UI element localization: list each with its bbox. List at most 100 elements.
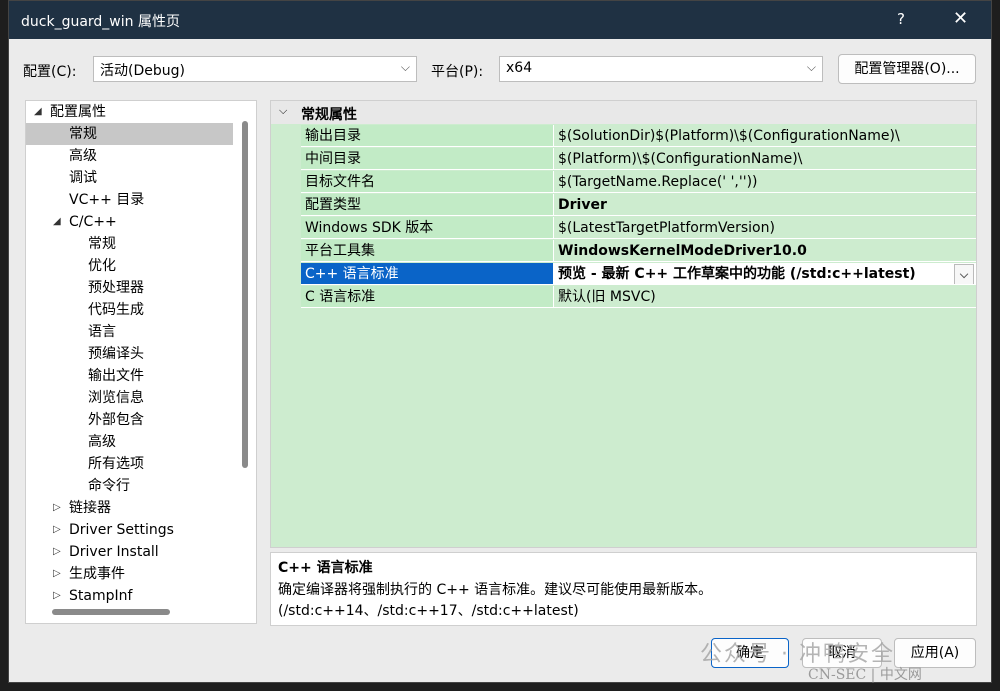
tree-item[interactable]: 预编译头 — [26, 343, 233, 365]
tree-item[interactable]: ◢ C/C++ — [26, 211, 233, 233]
platform-label: 平台(P): — [431, 64, 484, 80]
tree-item[interactable]: 高级 — [26, 431, 233, 453]
tree-item[interactable]: 所有选项 — [26, 453, 233, 475]
property-value-text: WindowsKernelModeDriver10.0 — [558, 243, 807, 259]
tree-item[interactable]: VC++ 目录 — [26, 189, 233, 211]
expand-arrow-icon[interactable]: ▷ — [53, 519, 61, 541]
config-manager-button[interactable]: 配置管理器(O)... — [838, 54, 976, 84]
property-name[interactable]: C++ 语言标准 — [301, 263, 554, 285]
property-tree[interactable]: ◢ 配置属性 常规 高级 调试 VC++ 目录 ◢ C/C++ 常规 优化 预处理器 代码生成 语言 预编… — [25, 100, 257, 624]
tree-item[interactable]: ▷ Driver Settings — [26, 519, 233, 541]
tree-item[interactable]: 优化 — [26, 255, 233, 277]
tree-item-label: 语言 — [88, 324, 116, 340]
description-title: C++ 语言标准 — [278, 560, 373, 576]
tree-item[interactable]: ▷ 链接器 — [26, 497, 233, 519]
property-name[interactable]: Windows SDK 版本 — [301, 217, 554, 239]
tree-item-label: 命令行 — [88, 478, 130, 494]
tree-item-label: 浏览信息 — [88, 390, 144, 406]
property-name[interactable]: 目标文件名 — [301, 171, 554, 193]
collapse-arrow-icon[interactable]: ◢ — [34, 101, 42, 123]
description-text: 确定编译器将强制执行的 C++ 语言标准。建议尽可能使用最新版本。(/std:c… — [278, 582, 713, 619]
tree-item[interactable]: 命令行 — [26, 475, 233, 497]
tree-item-label: 调试 — [69, 170, 97, 186]
property-row[interactable]: C++ 语言标准 预览 - 最新 C++ 工作草案中的功能 (/std:c++la… — [271, 263, 976, 286]
tree-item[interactable]: 浏览信息 — [26, 387, 233, 409]
config-combobox[interactable]: 活动(Debug) ⌵ — [93, 56, 417, 82]
tree-item-label: 高级 — [88, 434, 116, 450]
property-value-text: 预览 - 最新 C++ 工作草案中的功能 (/std:c++latest) — [558, 266, 916, 282]
property-name[interactable]: C 语言标准 — [301, 286, 554, 308]
tree-item-label: 优化 — [88, 258, 116, 274]
tree-item[interactable]: 预处理器 — [26, 277, 233, 299]
tree-item[interactable]: ▷ StampInf — [26, 585, 233, 607]
tree-item-label: C/C++ — [69, 214, 117, 230]
property-name[interactable]: 配置类型 — [301, 194, 554, 216]
tree-item[interactable]: 输出文件 — [26, 365, 233, 387]
property-value[interactable]: WindowsKernelModeDriver10.0 — [554, 240, 976, 262]
description-panel: C++ 语言标准 确定编译器将强制执行的 C++ 语言标准。建议尽可能使用最新版… — [270, 552, 977, 626]
property-value[interactable]: $(Platform)\$(ConfigurationName)\ — [554, 148, 976, 170]
tree-item-label: 所有选项 — [88, 456, 144, 472]
property-value[interactable]: 默认(旧 MSVC) — [554, 286, 976, 308]
tree-item[interactable]: 外部包含 — [26, 409, 233, 431]
tree-item[interactable]: 高级 — [26, 145, 233, 167]
property-row[interactable]: Windows SDK 版本 $(LatestTargetPlatformVers… — [271, 217, 976, 240]
chevron-down-icon[interactable]: ⌵ — [279, 104, 287, 118]
property-row[interactable]: C 语言标准 默认(旧 MSVC) — [271, 286, 976, 309]
property-pages-window: duck_guard_win 属性页 ? ✕ 配置(C): 活动(Debug) … — [8, 0, 992, 683]
tree-item-label: 代码生成 — [88, 302, 144, 318]
property-value[interactable]: 预览 - 最新 C++ 工作草案中的功能 (/std:c++latest) ⌵ — [554, 263, 976, 285]
expand-arrow-icon[interactable]: ▷ — [53, 497, 61, 519]
expand-arrow-icon[interactable]: ▷ — [53, 585, 61, 607]
tree-item-label: 生成事件 — [69, 566, 125, 582]
property-value[interactable]: $(SolutionDir)$(Platform)\$(Configuratio… — [554, 125, 976, 147]
tree-item[interactable]: 代码生成 — [26, 299, 233, 321]
tree-item[interactable]: ▷ 生成事件 — [26, 563, 233, 585]
tree-item[interactable]: ▷ Driver Install — [26, 541, 233, 563]
property-name[interactable]: 中间目录 — [301, 148, 554, 170]
property-row[interactable]: 配置类型 Driver — [271, 194, 976, 217]
tree-item[interactable]: 语言 — [26, 321, 233, 343]
tree-item-label: 外部包含 — [88, 412, 144, 428]
tree-item[interactable]: 常规 — [26, 233, 233, 255]
config-label: 配置(C): — [23, 64, 77, 80]
close-icon[interactable]: ✕ — [953, 8, 968, 29]
property-row[interactable]: 平台工具集 WindowsKernelModeDriver10.0 — [271, 240, 976, 263]
title-bar: duck_guard_win 属性页 ? ✕ — [9, 1, 991, 39]
property-value[interactable]: $(TargetName.Replace(' ','')) — [554, 171, 976, 193]
property-name[interactable]: 平台工具集 — [301, 240, 554, 262]
platform-combobox-value: x64 — [506, 60, 533, 76]
expand-arrow-icon[interactable]: ▷ — [53, 563, 61, 585]
property-row[interactable]: 输出目录 $(SolutionDir)$(Platform)\$(Configur… — [271, 125, 976, 148]
tree-item-label: 配置属性 — [50, 104, 106, 120]
expand-arrow-icon[interactable]: ▷ — [53, 541, 61, 563]
config-combobox-value: 活动(Debug) — [100, 63, 185, 79]
tree-item-label: 链接器 — [69, 500, 111, 516]
chevron-down-icon[interactable]: ⌵ — [954, 264, 974, 284]
tree-item-label: 高级 — [69, 148, 97, 164]
property-name[interactable]: 输出目录 — [301, 125, 554, 147]
section-header[interactable]: ⌵ 常规属性 — [271, 101, 976, 124]
tree-item[interactable]: 常规 — [26, 123, 233, 145]
tree-horizontal-scrollbar[interactable] — [52, 609, 170, 615]
property-value[interactable]: $(LatestTargetPlatformVersion) — [554, 217, 976, 239]
property-value-text: Driver — [558, 197, 607, 213]
chevron-down-icon: ⌵ — [400, 60, 410, 74]
help-button[interactable]: ? — [897, 10, 905, 28]
tree-vertical-scrollbar[interactable] — [242, 121, 248, 468]
tree-item[interactable]: ◢ 配置属性 — [26, 101, 233, 123]
tree-item-label: 常规 — [88, 236, 116, 252]
watermark-site: CN-SEC | 中文网 — [808, 667, 922, 683]
tree-item-label: 输出文件 — [88, 368, 144, 384]
collapse-arrow-icon[interactable]: ◢ — [53, 211, 61, 233]
property-value-text: $(TargetName.Replace(' ','')) — [558, 174, 758, 190]
platform-combobox[interactable]: x64 ⌵ — [499, 56, 823, 82]
property-value-text: $(Platform)\$(ConfigurationName)\ — [558, 151, 803, 167]
property-value[interactable]: Driver — [554, 194, 976, 216]
tree-item[interactable]: 调试 — [26, 167, 233, 189]
property-row[interactable]: 中间目录 $(Platform)\$(ConfigurationName)\ — [271, 148, 976, 171]
tree-item-label: StampInf — [69, 588, 133, 604]
property-value-text: $(LatestTargetPlatformVersion) — [558, 220, 775, 236]
property-value-text: $(SolutionDir)$(Platform)\$(Configuratio… — [558, 128, 900, 144]
property-row[interactable]: 目标文件名 $(TargetName.Replace(' ','')) — [271, 171, 976, 194]
